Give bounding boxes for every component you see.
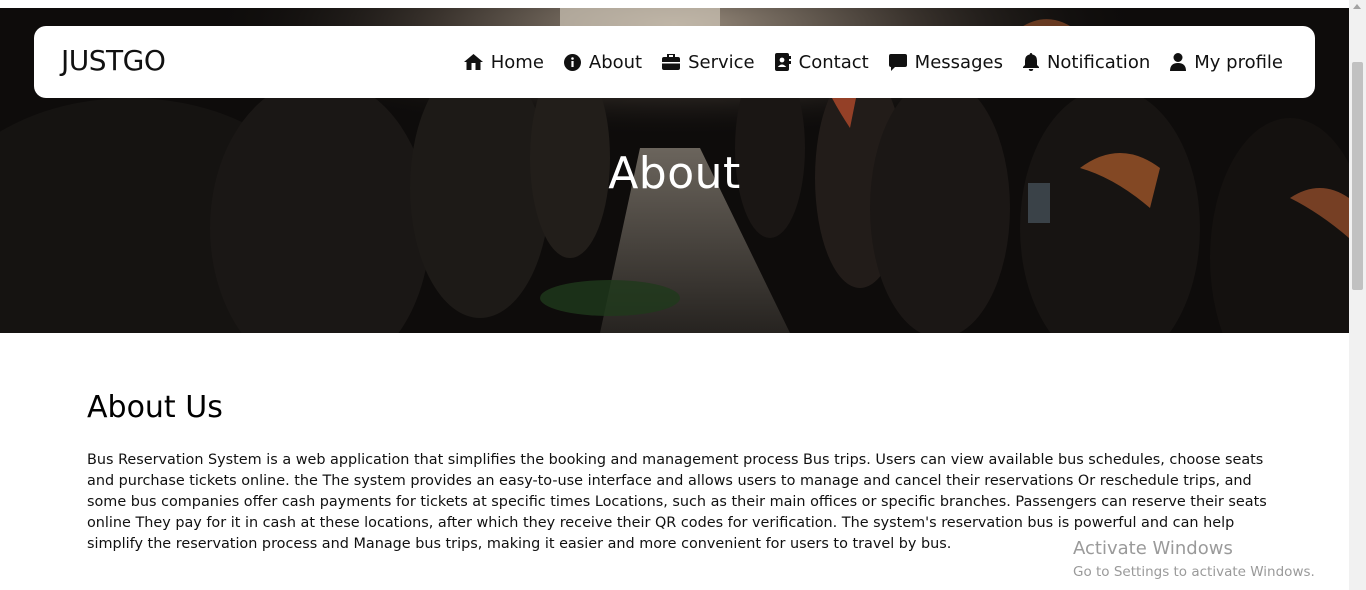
nav-label-about: About bbox=[588, 51, 643, 73]
nav-item-messages[interactable]: Messages bbox=[888, 51, 1003, 73]
scroll-up-arrow-icon[interactable] bbox=[1353, 4, 1361, 9]
nav-item-service[interactable]: Service bbox=[662, 52, 755, 73]
nav-label-contact: Contact bbox=[798, 51, 869, 73]
navbar: JUSTGO Home About Service Contact Messag… bbox=[34, 26, 1315, 98]
about-heading: About Us bbox=[87, 390, 223, 425]
nav-menu: Home About Service Contact Messages Noti… bbox=[463, 26, 1283, 98]
activate-windows-watermark: Activate Windows Go to Settings to activ… bbox=[1073, 538, 1315, 580]
watermark-title: Activate Windows bbox=[1073, 538, 1233, 559]
nav-item-notification[interactable]: Notification bbox=[1022, 51, 1151, 73]
home-icon bbox=[463, 54, 483, 70]
nav-item-contact[interactable]: Contact bbox=[774, 51, 869, 73]
contact-card-icon bbox=[774, 53, 791, 71]
watermark-subtitle: Go to Settings to activate Windows. bbox=[1073, 564, 1315, 580]
nav-label-messages: Messages bbox=[914, 51, 1003, 73]
vertical-scrollbar[interactable] bbox=[1349, 0, 1366, 590]
info-circle-icon bbox=[563, 53, 581, 71]
top-strip bbox=[0, 0, 1349, 8]
nav-item-my-profile[interactable]: My profile bbox=[1170, 52, 1283, 73]
briefcase-icon bbox=[662, 54, 681, 70]
nav-label-home: Home bbox=[490, 51, 544, 73]
nav-label-service: Service bbox=[688, 51, 755, 73]
scrollbar-thumb[interactable] bbox=[1352, 62, 1363, 290]
brand-logo[interactable]: JUSTGO bbox=[61, 44, 166, 77]
bell-icon bbox=[1022, 53, 1039, 71]
nav-label-my-profile: My profile bbox=[1194, 51, 1283, 73]
user-icon bbox=[1170, 53, 1187, 71]
nav-item-about[interactable]: About bbox=[563, 51, 643, 73]
nav-label-notification: Notification bbox=[1046, 51, 1151, 73]
hero-title: About bbox=[608, 148, 741, 199]
message-icon bbox=[888, 53, 907, 71]
nav-item-home[interactable]: Home bbox=[463, 51, 544, 73]
